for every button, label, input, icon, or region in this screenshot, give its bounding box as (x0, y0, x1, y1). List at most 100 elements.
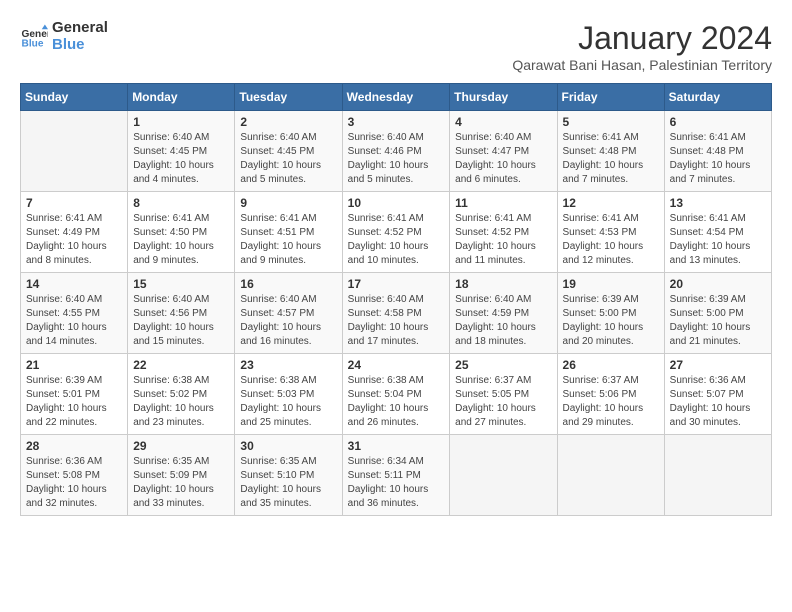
day-number: 5 (563, 115, 659, 129)
day-info: Sunrise: 6:41 AMSunset: 4:50 PMDaylight:… (133, 212, 229, 268)
day-number: 25 (455, 358, 551, 372)
day-number: 26 (563, 358, 659, 372)
calendar-cell: 5 Sunrise: 6:41 AMSunset: 4:48 PMDaylight… (557, 111, 664, 192)
day-number: 23 (240, 358, 336, 372)
calendar-cell: 26 Sunrise: 6:37 AMSunset: 5:06 PMDayligh… (557, 354, 664, 435)
calendar-cell: 3 Sunrise: 6:40 AMSunset: 4:46 PMDaylight… (342, 111, 450, 192)
calendar-cell (21, 111, 128, 192)
calendar-cell: 2Sunrise: 6:40 AMSunset: 4:45 PMDaylight… (235, 111, 342, 192)
day-number: 1 (133, 115, 229, 129)
day-number: 11 (455, 196, 551, 210)
day-number: 27 (670, 358, 766, 372)
day-number: 19 (563, 277, 659, 291)
day-number: 2 (240, 115, 336, 129)
calendar-cell: 13 Sunrise: 6:41 AMSunset: 4:54 PMDayligh… (664, 192, 771, 273)
day-number: 14 (26, 277, 122, 291)
calendar-cell: 27 Sunrise: 6:36 AMSunset: 5:07 PMDayligh… (664, 354, 771, 435)
calendar-cell: 15 Sunrise: 6:40 AMSunset: 4:56 PMDayligh… (128, 273, 235, 354)
day-info: Sunrise: 6:37 AMSunset: 5:05 PMDaylight:… (455, 374, 551, 430)
day-info: Sunrise: 6:41 AMSunset: 4:52 PMDaylight:… (348, 212, 445, 268)
header: General Blue General Blue January 2024 Q… (20, 20, 772, 73)
week-row-1: 7Sunrise: 6:41 AMSunset: 4:49 PMDaylight… (21, 192, 772, 273)
calendar-cell: 6Sunrise: 6:41 AMSunset: 4:48 PMDaylight… (664, 111, 771, 192)
calendar-cell: 24 Sunrise: 6:38 AMSunset: 5:04 PMDayligh… (342, 354, 450, 435)
day-info: Sunrise: 6:41 AMSunset: 4:52 PMDaylight:… (455, 212, 551, 268)
day-info: Sunrise: 6:40 AMSunset: 4:56 PMDaylight:… (133, 293, 229, 349)
day-info: Sunrise: 6:36 AMSunset: 5:07 PMDaylight:… (670, 374, 766, 430)
day-number: 17 (348, 277, 445, 291)
day-info: Sunrise: 6:41 AMSunset: 4:54 PMDaylight:… (670, 212, 766, 268)
day-info: Sunrise: 6:41 AMSunset: 4:48 PMDaylight:… (670, 131, 766, 187)
header-sunday: Sunday (21, 84, 128, 111)
day-info: Sunrise: 6:40 AMSunset: 4:57 PMDaylight:… (240, 293, 336, 349)
day-number: 31 (348, 439, 445, 453)
day-info: Sunrise: 6:40 AMSunset: 4:45 PMDaylight:… (133, 131, 229, 187)
calendar-table: SundayMondayTuesdayWednesdayThursdayFrid… (20, 83, 772, 516)
day-info: Sunrise: 6:36 AMSunset: 5:08 PMDaylight:… (26, 455, 122, 511)
day-info: Sunrise: 6:35 AMSunset: 5:09 PMDaylight:… (133, 455, 229, 511)
day-number: 21 (26, 358, 122, 372)
logo: General Blue General Blue (20, 20, 108, 53)
day-number: 16 (240, 277, 336, 291)
calendar-cell: 7Sunrise: 6:41 AMSunset: 4:49 PMDaylight… (21, 192, 128, 273)
calendar-cell: 10 Sunrise: 6:41 AMSunset: 4:52 PMDayligh… (342, 192, 450, 273)
title-section: January 2024 Qarawat Bani Hasan, Palesti… (512, 20, 772, 73)
day-info: Sunrise: 6:40 AMSunset: 4:46 PMDaylight:… (348, 131, 445, 187)
day-number: 15 (133, 277, 229, 291)
day-number: 9 (240, 196, 336, 210)
day-info: Sunrise: 6:38 AMSunset: 5:03 PMDaylight:… (240, 374, 336, 430)
day-info: Sunrise: 6:39 AMSunset: 5:00 PMDaylight:… (670, 293, 766, 349)
calendar-cell (557, 435, 664, 516)
day-number: 10 (348, 196, 445, 210)
week-row-2: 14 Sunrise: 6:40 AMSunset: 4:55 PMDayligh… (21, 273, 772, 354)
day-number: 30 (240, 439, 336, 453)
day-number: 12 (563, 196, 659, 210)
day-info: Sunrise: 6:41 AMSunset: 4:49 PMDaylight:… (26, 212, 122, 268)
calendar-cell: 23 Sunrise: 6:38 AMSunset: 5:03 PMDayligh… (235, 354, 342, 435)
calendar-cell: 22Sunrise: 6:38 AMSunset: 5:02 PMDayligh… (128, 354, 235, 435)
day-number: 24 (348, 358, 445, 372)
calendar-cell (450, 435, 557, 516)
calendar-cell: 9 Sunrise: 6:41 AMSunset: 4:51 PMDaylight… (235, 192, 342, 273)
day-info: Sunrise: 6:41 AMSunset: 4:48 PMDaylight:… (563, 131, 659, 187)
day-info: Sunrise: 6:41 AMSunset: 4:51 PMDaylight:… (240, 212, 336, 268)
day-number: 8 (133, 196, 229, 210)
day-info: Sunrise: 6:38 AMSunset: 5:04 PMDaylight:… (348, 374, 445, 430)
day-info: Sunrise: 6:38 AMSunset: 5:02 PMDaylight:… (133, 374, 229, 430)
calendar-cell: 17 Sunrise: 6:40 AMSunset: 4:58 PMDayligh… (342, 273, 450, 354)
calendar-cell (664, 435, 771, 516)
location-title: Qarawat Bani Hasan, Palestinian Territor… (512, 57, 772, 73)
header-monday: Monday (128, 84, 235, 111)
day-number: 3 (348, 115, 445, 129)
day-info: Sunrise: 6:40 AMSunset: 4:55 PMDaylight:… (26, 293, 122, 349)
logo-icon: General Blue (20, 23, 48, 51)
calendar-cell: 28 Sunrise: 6:36 AMSunset: 5:08 PMDayligh… (21, 435, 128, 516)
header-thursday: Thursday (450, 84, 557, 111)
header-wednesday: Wednesday (342, 84, 450, 111)
calendar-cell: 19Sunrise: 6:39 AMSunset: 5:00 PMDayligh… (557, 273, 664, 354)
header-friday: Friday (557, 84, 664, 111)
day-info: Sunrise: 6:40 AMSunset: 4:47 PMDaylight:… (455, 131, 551, 187)
calendar-cell: 29Sunrise: 6:35 AMSunset: 5:09 PMDayligh… (128, 435, 235, 516)
week-row-3: 21 Sunrise: 6:39 AMSunset: 5:01 PMDayligh… (21, 354, 772, 435)
month-title: January 2024 (512, 20, 772, 57)
header-saturday: Saturday (664, 84, 771, 111)
calendar-cell: 31 Sunrise: 6:34 AMSunset: 5:11 PMDayligh… (342, 435, 450, 516)
day-info: Sunrise: 6:34 AMSunset: 5:11 PMDaylight:… (348, 455, 445, 511)
logo-blue: Blue (52, 37, 108, 54)
calendar-header-row: SundayMondayTuesdayWednesdayThursdayFrid… (21, 84, 772, 111)
day-info: Sunrise: 6:37 AMSunset: 5:06 PMDaylight:… (563, 374, 659, 430)
calendar-cell: 30Sunrise: 6:35 AMSunset: 5:10 PMDayligh… (235, 435, 342, 516)
day-number: 13 (670, 196, 766, 210)
day-info: Sunrise: 6:40 AMSunset: 4:59 PMDaylight:… (455, 293, 551, 349)
calendar-cell: 12Sunrise: 6:41 AMSunset: 4:53 PMDayligh… (557, 192, 664, 273)
day-info: Sunrise: 6:40 AMSunset: 4:58 PMDaylight:… (348, 293, 445, 349)
logo-general: General (52, 20, 108, 37)
day-number: 20 (670, 277, 766, 291)
calendar-cell: 8 Sunrise: 6:41 AMSunset: 4:50 PMDaylight… (128, 192, 235, 273)
day-info: Sunrise: 6:39 AMSunset: 5:01 PMDaylight:… (26, 374, 122, 430)
calendar-cell: 1 Sunrise: 6:40 AMSunset: 4:45 PMDaylight… (128, 111, 235, 192)
day-number: 28 (26, 439, 122, 453)
calendar-cell: 11 Sunrise: 6:41 AMSunset: 4:52 PMDayligh… (450, 192, 557, 273)
day-number: 18 (455, 277, 551, 291)
